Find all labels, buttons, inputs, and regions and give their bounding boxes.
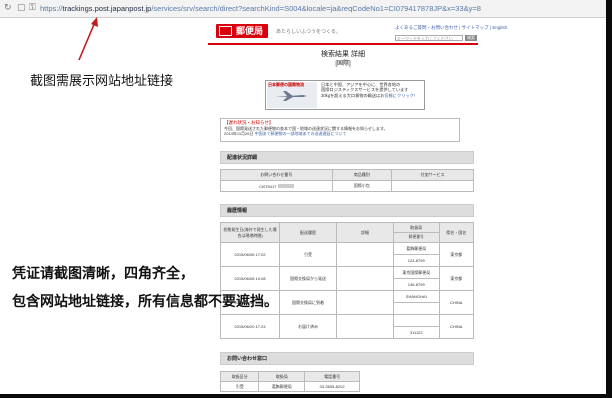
col-office: 取扱局 xyxy=(258,371,306,382)
banner-link[interactable]: 気軽にクリック！ xyxy=(384,93,418,98)
site-header: 郵便局 あたらしいふつうをつくる。 よくあるご質問・お問い合わせ | サイトマッ… xyxy=(208,19,507,47)
col-region: 県名・国名 xyxy=(438,222,475,243)
col-category: 取扱区分 xyxy=(219,371,260,382)
event-office: 東京国際郵便局 xyxy=(393,266,440,279)
logistics-banner[interactable]: 日本郵便の国際物流 日本と中国、アジアを中心に、世界各地の 国際ロジスティクスサ… xyxy=(265,80,425,110)
header-divider xyxy=(208,43,478,45)
event-region: CHINA xyxy=(438,314,475,339)
event-region: CHINA xyxy=(438,290,475,315)
event-date: 2015/06/20 17:24 xyxy=(220,314,280,339)
event-office xyxy=(393,314,440,327)
notice-line: 2014年11月26日 中国あて郵便物の一部地域あての送達遅延について xyxy=(224,131,456,136)
instruction-note-line-1: 凭证请截图清晰，四角齐全， xyxy=(12,266,194,282)
event-status: 国際交換局から発送 xyxy=(279,266,337,291)
site-tagline: あたらしいふつうをつくる。 xyxy=(276,29,341,35)
event-office: 葛飾郵便局 xyxy=(393,242,440,255)
logo-text: 郵便局 xyxy=(236,26,264,36)
notice-link[interactable]: 中国あて郵便物の一部地域あての送達遅延について xyxy=(255,131,347,136)
table-header-row: お問い合わせ番号 商品種別 付加サービス xyxy=(220,169,475,181)
banner-text: 日本と中国、アジアを中心に、世界各地の 国際ロジスティクスサービスを提供していま… xyxy=(321,82,423,98)
page-subtitle: [国際] xyxy=(335,61,351,67)
site-search-button[interactable]: 検索 xyxy=(465,35,477,41)
event-date: 2015/06/06 17:02 xyxy=(220,242,280,267)
web-page: 郵便局 あたらしいふつうをつくる。 よくあるご質問・お問い合わせ | サイトマッ… xyxy=(208,19,507,394)
col-zip: 郵便番号 xyxy=(393,232,440,243)
contact-office: 葛飾郵便局 xyxy=(258,381,306,392)
col-status: 配送履歴 xyxy=(279,222,337,243)
col-office: 取扱局 xyxy=(393,222,440,233)
url-host: trackings.post.japanpost.jp xyxy=(62,4,152,13)
instruction-note-line-2: 包含网站地址链接，所有信息都不要遮挡。 xyxy=(12,294,278,310)
event-detail xyxy=(336,290,394,315)
table-row: 2015/06/06 17:02 引受 葛飾郵便局 東京都 xyxy=(220,242,475,267)
contact-phone: 03-3695-8202 xyxy=(304,381,360,392)
event-zip: 136-8799 xyxy=(393,278,440,291)
url-annotation-note: 截图需展示网站地址链接 xyxy=(30,74,174,89)
table-row: 引受 葛飾郵便局 03-3695-8202 xyxy=(219,381,360,392)
table-row: 2015/06/20 17:24 お届け済み CHINA xyxy=(220,314,475,339)
event-region: 東京都 xyxy=(438,266,475,291)
browser-address-bar[interactable]: ↻ ▢ ⚿ https://trackings.post.japanpost.j… xyxy=(0,0,606,18)
url-path: /services/srv/search/direct?searchKind=S… xyxy=(151,4,481,13)
delay-notice: 【遅れ状況・お知らせ】 今回、国際発送された郵便物の各本で国・地域の送達状況に関… xyxy=(220,118,460,142)
event-date: 2015/06/08 10:08 xyxy=(220,266,280,291)
tracking-number: CI079417 xyxy=(220,180,333,192)
table-header-row: 状態発生日(海外で発生した場合は現地時間) 配送履歴 詳細 取扱局 県名・国名 xyxy=(220,222,475,243)
contact-category: 引受 xyxy=(219,381,260,392)
contact-section-title: お問い合わせ窓口 xyxy=(227,356,268,362)
delivery-section-title: 配達状況詳細 xyxy=(227,155,258,161)
table-row: CI079417 国際小包 xyxy=(220,180,475,192)
notice-body: 今回、国際発送された郵便物の各本で国・地域の送達状況に関する情報をお知らせします… xyxy=(224,126,456,136)
col-item-type: 商品種別 xyxy=(331,169,392,181)
event-status: お届け済み xyxy=(279,314,337,339)
event-status: 引受 xyxy=(279,242,337,267)
reload-icon[interactable]: ↻ xyxy=(4,3,12,14)
event-detail xyxy=(336,314,394,339)
history-section-header: 履歴情報 xyxy=(220,204,474,217)
event-zip: 311122 xyxy=(393,326,440,339)
col-detail: 詳細 xyxy=(336,222,394,243)
contact-table: 取扱区分 取扱局 電話番号 引受 葛飾郵便局 03-3695-8202 xyxy=(219,371,360,392)
extra-service xyxy=(390,180,475,192)
history-section-title: 履歴情報 xyxy=(227,208,248,214)
faq-link[interactable]: よくあるご質問・お問い合わせ xyxy=(395,25,458,30)
page-icon: ▢ xyxy=(17,3,26,13)
col-extra-service: 付加サービス xyxy=(390,169,475,181)
col-phone: 電話番号 xyxy=(304,371,360,382)
col-tracking-number: お問い合わせ番号 xyxy=(220,169,333,181)
blurred-digits xyxy=(277,184,294,189)
event-region: 東京都 xyxy=(438,242,475,267)
history-table: 状態発生日(海外で発生した場合は現地時間) 配送履歴 詳細 取扱局 県名・国名 … xyxy=(220,222,475,339)
contact-section-header: お問い合わせ窓口 xyxy=(220,352,474,365)
url-text[interactable]: https://trackings.post.japanpost.jp/serv… xyxy=(40,3,481,14)
english-link[interactable]: English xyxy=(492,25,507,30)
event-zip: 124-8799 xyxy=(393,254,440,267)
delivery-table: お問い合わせ番号 商品種別 付加サービス CI079417 国際小包 xyxy=(220,169,475,192)
event-detail xyxy=(336,266,394,291)
item-type: 国際小包 xyxy=(331,180,392,192)
japan-post-logo[interactable]: 郵便局 xyxy=(216,24,268,38)
table-header-row: 取扱区分 取扱局 電話番号 xyxy=(219,371,360,382)
sitemap-link[interactable]: サイトマップ xyxy=(462,25,489,30)
table-row: 2015/06/08 10:08 国際交換局から発送 東京国際郵便局 東京都 xyxy=(220,266,475,291)
lock-icon: ⚿ xyxy=(29,3,36,13)
event-office: SHANGHAI xyxy=(393,290,440,303)
header-links: よくあるご質問・お問い合わせ | サイトマップ | English xyxy=(395,25,508,30)
event-zip xyxy=(393,302,440,315)
col-date: 状態発生日(海外で発生した場合は現地時間) xyxy=(220,222,280,243)
screenshot-frame: ↻ ▢ ⚿ https://trackings.post.japanpost.j… xyxy=(0,0,612,398)
url-scheme: https:// xyxy=(40,4,63,13)
notice-date: 2014年11月26日 xyxy=(224,131,254,136)
banner-image: 日本郵便の国際物流 xyxy=(267,82,317,108)
banner-label: 日本郵便の国際物流 xyxy=(268,82,304,87)
delivery-section-header: 配達状況詳細 xyxy=(220,151,474,164)
airplane-icon xyxy=(275,91,307,101)
post-emblem-icon xyxy=(219,26,232,36)
site-search-input[interactable]: キーワードを入力してください xyxy=(395,35,463,41)
event-status: 国際交換局に到着 xyxy=(279,290,337,315)
banner-line-3: 30kgを超える大口貨物の輸送はお気軽にクリック！ xyxy=(321,92,418,98)
event-detail xyxy=(336,242,394,267)
